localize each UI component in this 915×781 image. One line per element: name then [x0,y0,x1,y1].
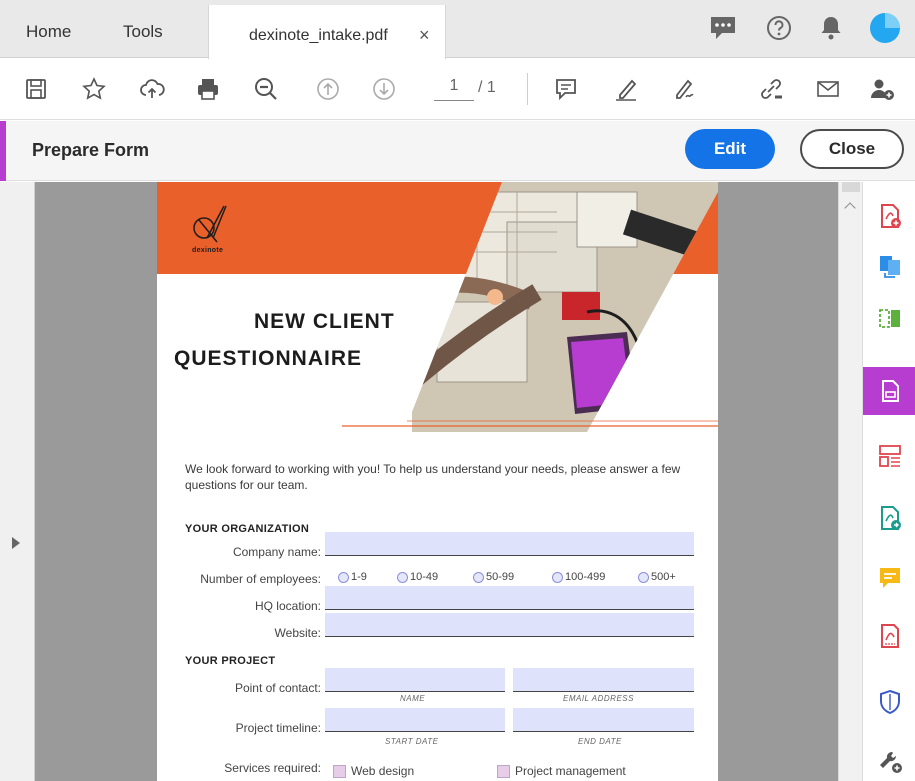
hq-location-label: HQ location: [254,599,321,613]
document-tab-title: dexinote_intake.pdf [249,27,388,44]
comment-icon[interactable] [708,14,738,47]
sign-icon[interactable] [668,73,700,105]
prepare-form-icon [881,380,899,402]
zoom-out-icon[interactable] [250,73,282,105]
hq-location-field[interactable] [325,586,694,610]
tab-bar: Home Tools dexinote_intake.pdf × [0,0,915,59]
employees-option-5[interactable]: 500+ [638,571,676,583]
employees-option-3[interactable]: 50-99 [473,571,514,583]
radio-button[interactable] [397,571,408,583]
forms-layout-tool[interactable] [863,432,915,480]
comment-tool[interactable] [863,554,915,602]
prepare-form-title: Prepare Form [32,140,150,160]
export-pdf-icon [879,256,900,278]
edit-button[interactable]: Edit [685,129,775,169]
wrench-add-icon [879,751,902,773]
end-date-field[interactable] [513,708,694,732]
email-icon[interactable] [812,73,844,105]
send-for-review-tool[interactable] [863,494,915,542]
create-pdf-tool[interactable] [863,192,915,240]
toolbar-divider [527,73,528,105]
shield-icon [879,689,900,715]
print-icon[interactable] [192,73,224,105]
next-page-icon[interactable] [368,73,400,105]
tab-tools[interactable]: Tools [123,22,163,42]
page-number-input[interactable]: 1 [434,77,474,101]
service-web-design[interactable]: Web design [333,764,414,778]
cloud-upload-icon[interactable] [136,73,168,105]
radio-button[interactable] [552,571,563,583]
intro-text: We look forward to working with you! To … [185,462,681,492]
form-title-line1: NEW CLIENT [254,310,395,333]
forms-layout-icon [878,445,901,467]
prepare-form-bar: Prepare Form [0,121,915,181]
export-pdf-tool[interactable] [863,242,915,290]
company-name-field[interactable] [325,532,694,556]
tool-accent-stripe [0,121,6,181]
start-date-caption: START DATE [385,737,439,746]
comment-tool-icon [879,568,900,588]
page-total: / 1 [478,79,496,96]
radio-button[interactable] [473,571,484,583]
contact-name-field[interactable] [325,668,505,692]
form-title-line2: QUESTIONNAIRE [174,347,363,370]
scroll-up-icon[interactable] [844,202,856,214]
previous-page-icon[interactable] [312,73,344,105]
dexinote-logo [193,205,227,243]
create-pdf-icon [880,204,901,228]
company-name-label: Company name: [232,545,321,559]
help-icon[interactable] [765,14,793,47]
pdf-file-icon [880,624,899,648]
tools-panel [862,182,915,781]
employees-option-4[interactable]: 100-499 [552,571,605,583]
pdf-standards-tool[interactable] [863,612,915,660]
logo-wordmark: dexinote [192,247,224,254]
comment-note-icon[interactable] [550,73,582,105]
bookmark-star-icon[interactable] [78,73,110,105]
checkbox[interactable] [333,764,346,778]
highlight-pen-icon[interactable] [610,73,642,105]
radio-button[interactable] [338,571,349,583]
pdf-page: dexinote NEW CLIENT QUESTIONNAIRE We loo… [157,182,718,781]
link-icon[interactable] [755,73,787,105]
project-timeline-label: Project timeline: [235,721,321,735]
checkbox[interactable] [497,764,510,778]
add-user-icon[interactable] [866,73,898,105]
tab-document[interactable]: dexinote_intake.pdf × [208,5,446,59]
header-photo [342,182,718,432]
close-tab-icon[interactable]: × [419,25,430,46]
employees-option-1[interactable]: 1-9 [338,571,367,583]
radio-button[interactable] [638,571,649,583]
service-project-management[interactable]: Project management [497,764,626,778]
organize-pages-icon [878,309,900,328]
project-heading: YOUR PROJECT [185,655,276,667]
close-button[interactable]: Close [800,129,904,169]
services-label: Services required: [224,761,321,775]
send-review-icon [880,506,901,530]
email-caption: EMAIL ADDRESS [563,694,634,703]
organization-heading: YOUR ORGANIZATION [185,523,310,535]
prepare-form-tool[interactable] [863,367,915,415]
protect-tool[interactable] [863,678,915,726]
notification-bell-icon[interactable] [818,14,844,47]
vertical-scrollbar[interactable] [838,182,862,781]
website-label: Website: [274,626,321,640]
tab-home[interactable]: Home [26,22,71,42]
more-tools[interactable] [863,737,915,781]
contact-email-field[interactable] [513,668,694,692]
employees-label: Number of employees: [200,572,321,586]
start-date-field[interactable] [325,708,505,732]
end-date-caption: END DATE [578,737,622,746]
employees-option-2[interactable]: 10-49 [397,571,438,583]
organize-pages-tool[interactable] [863,294,915,342]
expand-pane-icon[interactable] [12,537,20,549]
website-field[interactable] [325,613,694,637]
avatar[interactable] [869,12,901,49]
main-toolbar: 1 / 1 [0,59,915,120]
name-caption: NAME [400,694,426,703]
scrollbar-thumb[interactable] [842,182,860,192]
left-navigation-pane [0,182,35,781]
point-of-contact-label: Point of contact: [234,681,321,695]
save-icon[interactable] [20,73,52,105]
